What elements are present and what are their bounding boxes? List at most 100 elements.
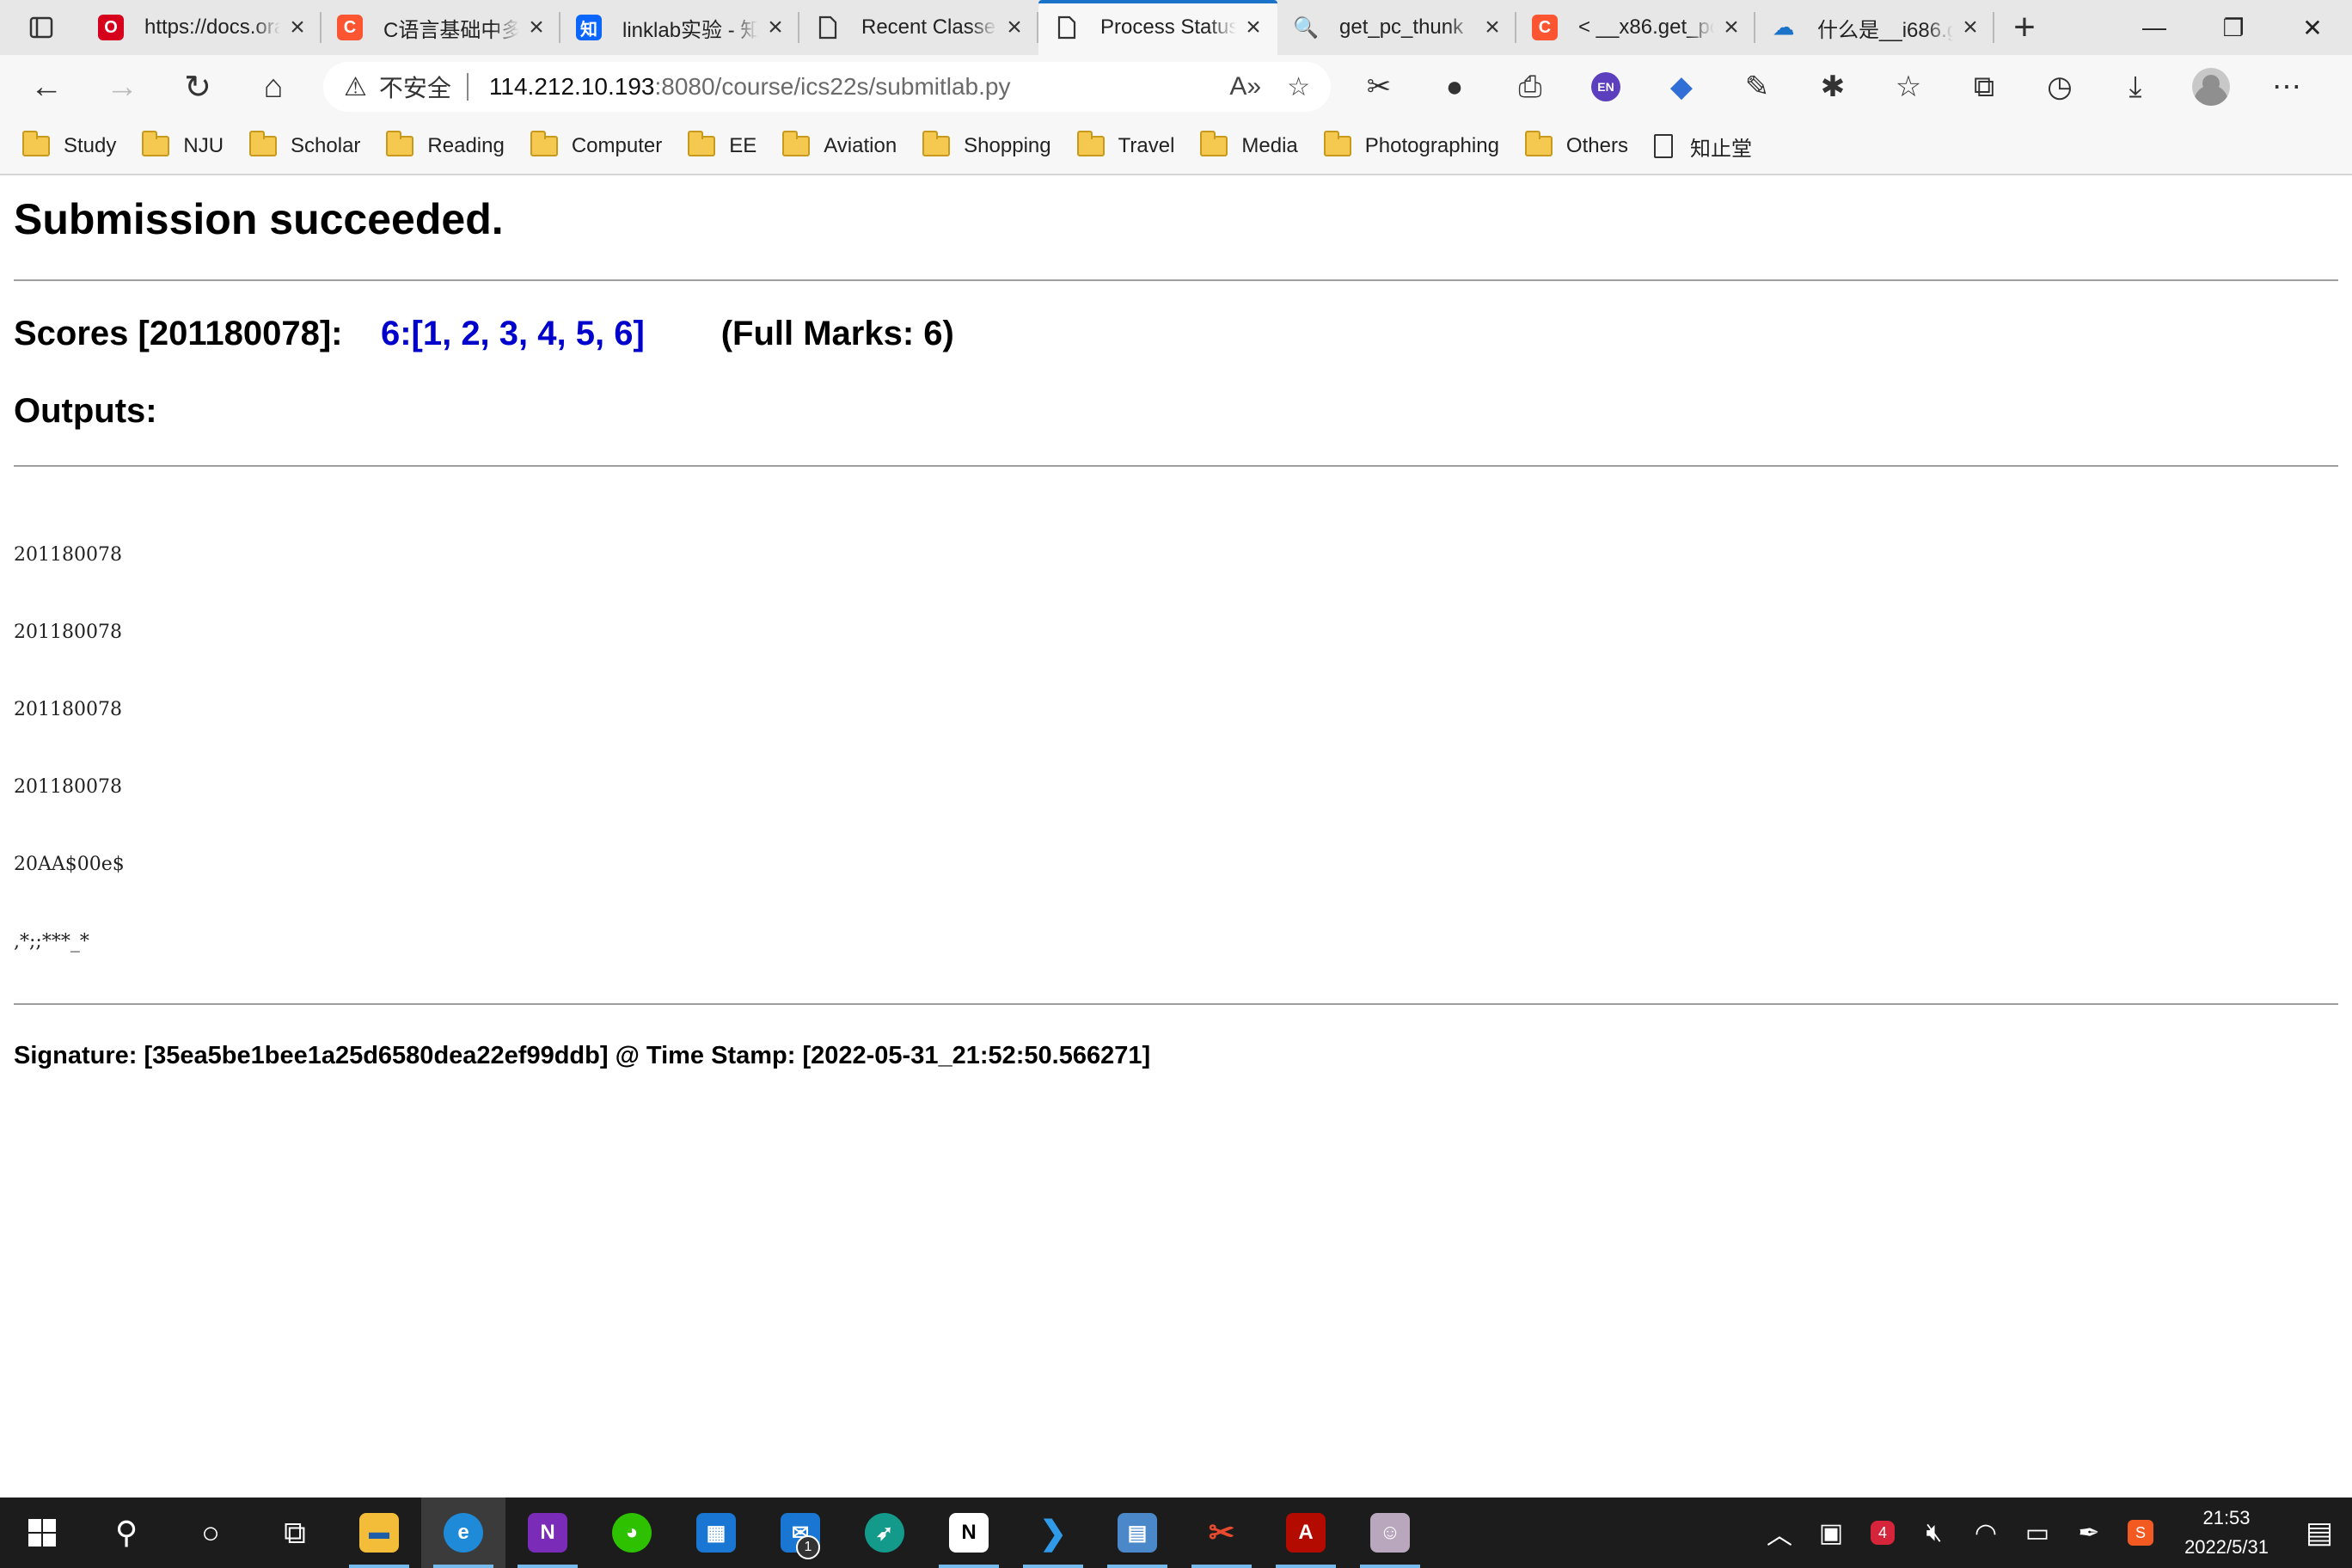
browser-tab[interactable]: 知 linklab实验 - 知乎× <box>560 0 799 55</box>
print-extension-icon[interactable]: ⎙ <box>1492 70 1568 104</box>
back-button[interactable]: ← <box>9 55 84 119</box>
bird-app[interactable]: ➶ <box>842 1498 927 1568</box>
bookmark-folder[interactable]: Study <box>22 131 117 158</box>
bookmark-folder[interactable]: Aviation <box>782 131 897 158</box>
bookmark-folder[interactable]: EE <box>688 131 756 158</box>
onenote-app[interactable]: N <box>505 1498 590 1568</box>
bookmark-folder[interactable]: Media <box>1200 131 1298 158</box>
browser-tab[interactable]: C C语言基础中多线程× <box>322 0 560 55</box>
onenote-icon: N <box>528 1513 567 1553</box>
tab-close-icon[interactable]: × <box>1241 13 1265 42</box>
tab-close-icon[interactable]: × <box>1002 13 1026 42</box>
clock[interactable]: 21:53 2022/5/31 <box>2166 1504 2287 1562</box>
photo-viewer-app[interactable]: ☺ <box>1348 1498 1432 1568</box>
cortana-button[interactable]: ○ <box>168 1498 253 1568</box>
bookmark-folder[interactable]: Travel <box>1076 131 1174 158</box>
new-tab-button[interactable]: + <box>1994 0 2055 55</box>
tab-close-icon[interactable]: × <box>763 13 787 42</box>
page-content: Submission succeeded. Scores [201180078]… <box>0 177 2352 1498</box>
output-line: 201180078 <box>14 622 122 643</box>
battery-icon[interactable]: ▭ <box>2012 1518 2063 1548</box>
tab-favicon-icon: 知 <box>576 15 602 40</box>
wifi-icon[interactable]: ◠ <box>1960 1518 2012 1548</box>
downloads-icon[interactable]: ⤓ <box>2098 70 2173 104</box>
bookmark-label: Computer <box>571 134 663 157</box>
forward-button[interactable]: → <box>84 55 160 119</box>
tab-strip: Ohttps://docs.oracle.com×CC语言基础中多线程×知lin… <box>0 0 2352 55</box>
translate-extension-icon[interactable]: EN <box>1568 72 1644 101</box>
read-aloud-icon[interactable]: A» <box>1229 72 1261 102</box>
tab-close-icon[interactable]: × <box>1719 13 1743 42</box>
bookmark-folder[interactable]: Reading <box>386 131 505 158</box>
calculator-app[interactable]: ▤ <box>1095 1498 1179 1568</box>
tab-title: Recent Classes <box>861 15 997 39</box>
tray-app-badge[interactable]: 4 <box>1857 1521 1908 1545</box>
browser-tab[interactable]: Process Status × <box>1038 0 1277 55</box>
browser-tab[interactable]: C < __x86.get_pc_thunk× <box>1516 0 1755 55</box>
address-bar[interactable]: ⚠ 不安全 114.212.10.193 :8080/course/ics22s… <box>323 62 1331 112</box>
scissors-extension-icon[interactable]: ✂ <box>1341 70 1417 104</box>
tab-separator <box>1993 12 1994 43</box>
file-explorer-app[interactable]: ▬ <box>337 1498 421 1568</box>
notification-center-button[interactable]: ▤ <box>2287 1516 2352 1550</box>
mail-app[interactable]: ✉ 1 <box>758 1498 842 1568</box>
collections-icon[interactable]: ⧉ <box>1946 70 2022 104</box>
tab-favicon-icon: 🔍 <box>1293 15 1319 40</box>
extensions-puzzle-icon[interactable]: ✱ <box>1795 70 1871 104</box>
dots-extension-icon[interactable]: ● <box>1417 70 1492 104</box>
calendar-app[interactable]: ▦ <box>674 1498 758 1568</box>
task-view-button[interactable]: ⧉ <box>253 1498 337 1568</box>
close-window-button[interactable]: ✕ <box>2273 0 2352 55</box>
profile-avatar[interactable] <box>2173 68 2249 106</box>
restore-button[interactable]: ❐ <box>2194 0 2273 55</box>
search-button[interactable]: ⚲ <box>84 1498 168 1568</box>
security-label: 不安全 <box>378 75 451 101</box>
tab-close-icon[interactable]: × <box>285 13 309 42</box>
add-favorite-icon[interactable]: ☆ <box>1287 72 1310 102</box>
bookmark-folder[interactable]: NJU <box>142 131 224 158</box>
bookmark-folder[interactable]: Photographing <box>1323 131 1499 158</box>
task-view-icon: ⧉ <box>284 1514 306 1550</box>
edge-app[interactable]: e <box>421 1498 505 1568</box>
notion-app[interactable]: N <box>927 1498 1011 1568</box>
history-icon[interactable]: ◷ <box>2022 70 2098 104</box>
tray-overflow-chevron-icon[interactable]: ︿ <box>1754 1514 1805 1552</box>
bookmark-folder[interactable]: Shopping <box>922 131 1051 158</box>
home-button[interactable]: ⌂ <box>236 55 311 119</box>
windows-taskbar: ⚲ ○ ⧉ ▬ e N ◕ ▦ ✉ 1 ➶ N ❯ ▤ ✂ A ☺ ︿ ▣ 4 … <box>0 1498 2352 1568</box>
acrobat-app[interactable]: A <box>1264 1498 1348 1568</box>
wechat-app[interactable]: ◕ <box>590 1498 674 1568</box>
browser-tab[interactable]: 🔍 get_pc_thunk × <box>1277 0 1516 55</box>
tablet-icon[interactable]: ▣ <box>1805 1518 1857 1548</box>
send-extension-icon[interactable]: ✎ <box>1719 70 1795 104</box>
refresh-button[interactable]: ↻ <box>160 55 236 119</box>
pen-icon[interactable]: ✒ <box>2063 1518 2115 1548</box>
volume-muted-icon[interactable]: 🔇︎ <box>1908 1518 1960 1547</box>
bookmark-label: Study <box>64 134 117 157</box>
wechat-icon: ◕ <box>612 1513 652 1553</box>
bookmark-page[interactable]: 知止堂 <box>1653 132 1752 162</box>
start-button[interactable] <box>0 1498 84 1568</box>
browser-tab[interactable]: ☁ 什么是__i686.get_pc× <box>1755 0 1994 55</box>
folder-icon <box>782 131 811 156</box>
settings-more-icon[interactable]: ⋯ <box>2249 70 2324 104</box>
bookmark-folder[interactable]: Others <box>1524 131 1628 158</box>
windows-logo-icon <box>28 1519 56 1547</box>
vscode-app[interactable]: ❯ <box>1011 1498 1095 1568</box>
favorites-icon[interactable]: ☆ <box>1871 70 1946 104</box>
tab-close-icon[interactable]: × <box>1480 13 1504 42</box>
bookmark-folder[interactable]: Scholar <box>249 131 360 158</box>
scores-line: Scores [201180078]: 6:[1, 2, 3, 4, 5, 6]… <box>14 315 954 353</box>
bookmark-folder[interactable]: Computer <box>530 131 663 158</box>
ime-icon[interactable]: S <box>2115 1520 2166 1546</box>
tab-actions-button[interactable] <box>0 0 83 55</box>
tab-title: C语言基础中多线程 <box>383 18 519 42</box>
acrobat-icon: A <box>1286 1513 1326 1553</box>
browser-tab[interactable]: Ohttps://docs.oracle.com× <box>83 0 322 55</box>
snipping-tool-app[interactable]: ✂ <box>1179 1498 1264 1568</box>
minimize-button[interactable]: — <box>2115 0 2194 55</box>
scholar-extension-icon[interactable]: ◆ <box>1644 70 1719 104</box>
tab-close-icon[interactable]: × <box>524 13 548 42</box>
tab-close-icon[interactable]: × <box>1958 13 1982 42</box>
browser-tab[interactable]: Recent Classes × <box>799 0 1038 55</box>
